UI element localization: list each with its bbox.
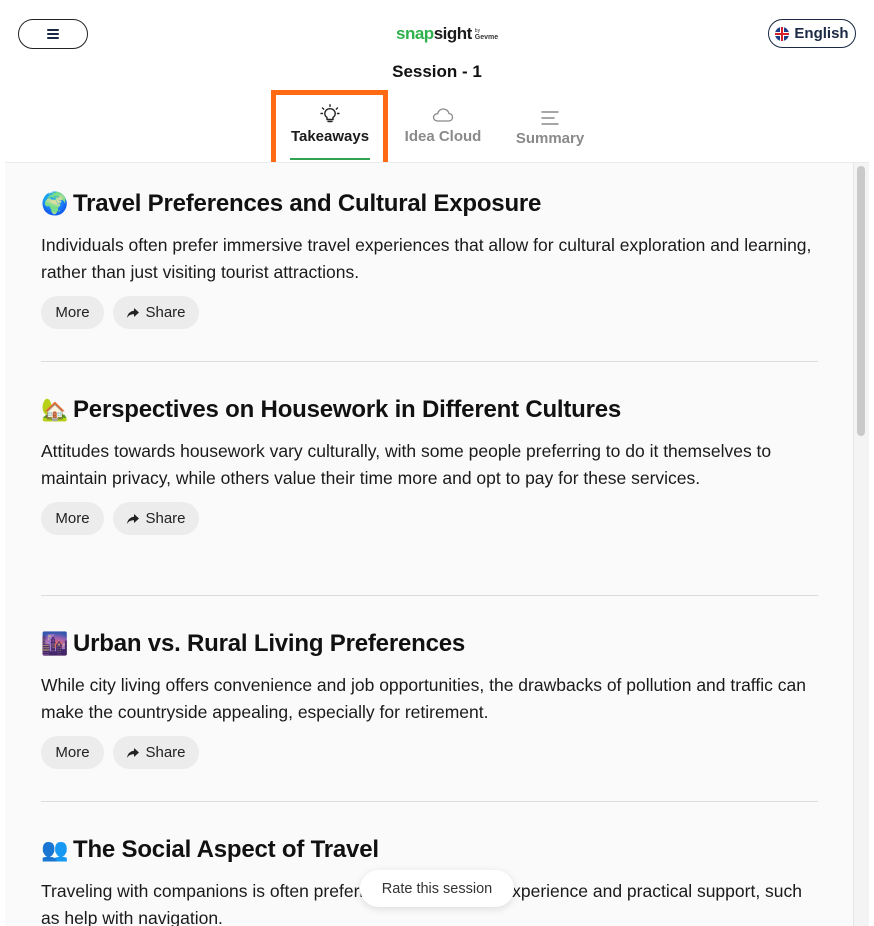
- takeaway-card: 🌆 Urban vs. Rural Living Preferences Whi…: [41, 630, 818, 769]
- takeaway-title-text: Perspectives on Housework in Different C…: [73, 396, 622, 423]
- takeaway-body: Attitudes towards housework vary cultura…: [41, 441, 772, 488]
- takeaway-actions: More Share: [41, 296, 818, 329]
- card-divider: [41, 801, 818, 802]
- tab-summary[interactable]: Summary: [506, 94, 594, 162]
- share-arrow-icon: [127, 747, 140, 758]
- globe-icon: 🌍: [41, 191, 69, 216]
- share-button[interactable]: Share: [113, 502, 199, 535]
- logo-sight: sight: [433, 24, 473, 43]
- more-button[interactable]: More: [41, 736, 104, 769]
- logo-snap: snap: [396, 24, 434, 43]
- lines-icon: [540, 104, 560, 126]
- takeaway-title-text: The Social Aspect of Travel: [73, 836, 379, 863]
- takeaway-title-text: Urban vs. Rural Living Preferences: [73, 630, 466, 657]
- takeaway-body: While city living offers convenience and…: [41, 675, 806, 722]
- more-button[interactable]: More: [41, 502, 104, 535]
- cloud-icon: [432, 102, 454, 124]
- share-button[interactable]: Share: [113, 296, 199, 329]
- people-icon: 👥: [41, 837, 69, 862]
- uk-flag-icon: [775, 26, 790, 41]
- takeaway-title: 🌍 Travel Preferences and Cultural Exposu…: [41, 190, 818, 218]
- card-divider: [41, 595, 818, 596]
- scrollbar-thumb[interactable]: [857, 166, 865, 436]
- more-button[interactable]: More: [41, 296, 104, 329]
- active-tab-indicator: [290, 158, 370, 160]
- tab-label: Idea Cloud: [404, 128, 482, 145]
- takeaway-title: 👥 The Social Aspect of Travel: [41, 836, 818, 864]
- takeaway-card: 🌍 Travel Preferences and Cultural Exposu…: [41, 190, 818, 329]
- share-arrow-icon: [127, 307, 140, 318]
- tab-label: Takeaways: [290, 128, 370, 145]
- menu-button[interactable]: [18, 19, 88, 49]
- share-label: Share: [145, 304, 186, 321]
- takeaway-title: 🏡 Perspectives on Housework in Different…: [41, 396, 818, 424]
- rate-session-button[interactable]: Rate this session: [360, 870, 514, 907]
- hamburger-icon: [47, 29, 59, 39]
- takeaway-actions: More Share: [41, 736, 818, 769]
- share-arrow-icon: [127, 513, 140, 524]
- share-label: Share: [145, 744, 186, 761]
- logo-brand: Gevme: [474, 34, 499, 41]
- takeaway-title-text: Travel Preferences and Cultural Exposure: [73, 190, 542, 217]
- snapsight-logo: snap sight by Gevme: [396, 22, 498, 44]
- takeaway-title: 🌆 Urban vs. Rural Living Preferences: [41, 630, 818, 658]
- page-title: Session - 1: [392, 62, 482, 81]
- takeaway-actions: More Share: [41, 502, 818, 535]
- tab-bar: Takeaways Idea Cloud Summary: [0, 94, 874, 162]
- cityscape-icon: 🌆: [41, 631, 69, 656]
- logo-byline: by Gevme: [475, 29, 498, 44]
- tab-label: Summary: [515, 130, 585, 147]
- share-label: Share: [145, 510, 186, 527]
- lightbulb-icon: [320, 102, 340, 124]
- top-bar: snap sight by Gevme English: [0, 0, 874, 64]
- tab-takeaways[interactable]: Takeaways: [276, 94, 384, 162]
- tab-idea-cloud[interactable]: Idea Cloud: [398, 94, 488, 162]
- takeaway-body: Individuals often prefer immersive trave…: [41, 235, 812, 282]
- language-selector[interactable]: English: [768, 19, 856, 48]
- language-label: English: [794, 25, 849, 42]
- house-icon: 🏡: [41, 397, 69, 422]
- takeaway-card: 🏡 Perspectives on Housework in Different…: [41, 396, 818, 535]
- card-divider: [41, 361, 818, 362]
- share-button[interactable]: Share: [113, 736, 199, 769]
